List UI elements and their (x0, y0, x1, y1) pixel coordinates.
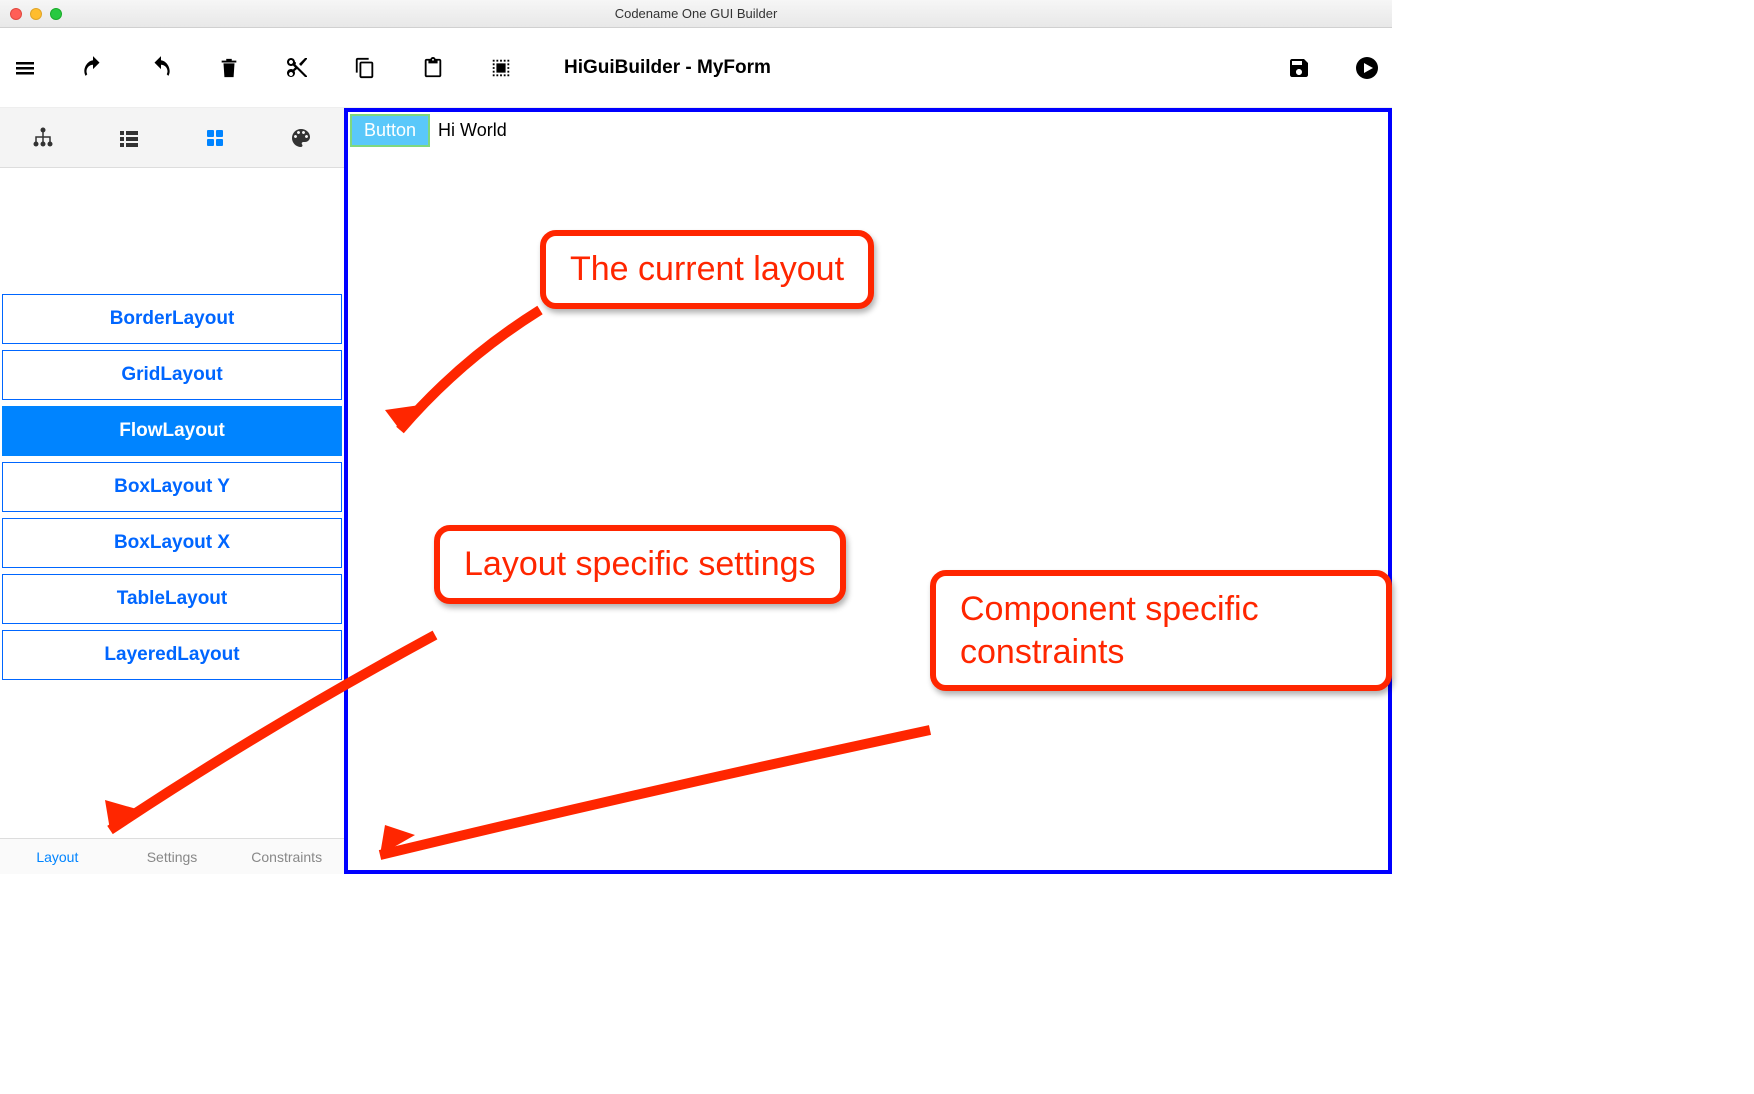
palette-icon (289, 126, 313, 150)
undo-button[interactable] (78, 53, 108, 83)
undo-icon (80, 55, 106, 81)
sidebar-mode-tabs (0, 108, 344, 168)
copy-button[interactable] (350, 53, 380, 83)
trash-icon (218, 57, 240, 79)
paste-button[interactable] (418, 53, 448, 83)
annotation-component-constraints: Component specific constraints (930, 570, 1392, 691)
button-component[interactable]: Button (350, 114, 430, 147)
save-icon (1287, 56, 1311, 80)
cut-button[interactable] (282, 53, 312, 83)
window-title: Codename One GUI Builder (0, 6, 1392, 21)
label-component[interactable]: Hi World (438, 120, 507, 141)
select-all-button[interactable] (486, 53, 516, 83)
play-icon (1355, 56, 1379, 80)
layout-option-grid[interactable]: GridLayout (2, 350, 342, 400)
tree-icon (31, 126, 55, 150)
delete-button[interactable] (214, 53, 244, 83)
list-tab[interactable] (105, 120, 153, 156)
clipboard-icon (422, 57, 444, 79)
copy-icon (354, 57, 376, 79)
layout-option-border[interactable]: BorderLayout (2, 294, 342, 344)
list-icon (117, 126, 141, 150)
scissors-icon (285, 56, 309, 80)
annotation-layout-settings: Layout specific settings (434, 525, 846, 604)
theme-tab[interactable] (277, 120, 325, 156)
layout-option-flow[interactable]: FlowLayout (2, 406, 342, 456)
titlebar: Codename One GUI Builder (0, 0, 1392, 28)
selection-icon (490, 57, 512, 79)
grid-tab[interactable] (191, 120, 239, 156)
annotation-current-layout: The current layout (540, 230, 874, 309)
layout-option-boxx[interactable]: BoxLayout X (2, 518, 342, 568)
grid-icon (203, 126, 227, 150)
run-button[interactable] (1352, 53, 1382, 83)
arrow-icon (350, 700, 950, 870)
save-button[interactable] (1284, 53, 1314, 83)
tree-tab[interactable] (19, 120, 67, 156)
form-content: Button Hi World (348, 112, 1388, 149)
hamburger-icon (13, 56, 37, 80)
layout-option-table[interactable]: TableLayout (2, 574, 342, 624)
redo-button[interactable] (146, 53, 176, 83)
menu-button[interactable] (10, 53, 40, 83)
redo-icon (148, 55, 174, 81)
document-title: HiGuiBuilder - MyForm (564, 57, 771, 79)
layout-option-boxy[interactable]: BoxLayout Y (2, 462, 342, 512)
toolbar: HiGuiBuilder - MyForm (0, 28, 1392, 108)
arrow-icon (360, 300, 560, 450)
